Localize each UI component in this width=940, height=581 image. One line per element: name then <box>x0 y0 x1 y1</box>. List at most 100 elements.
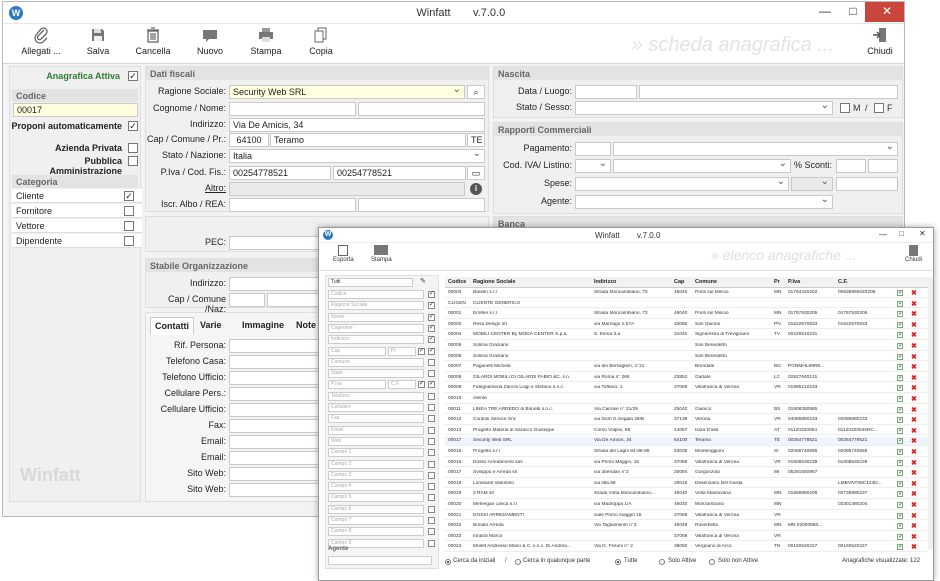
col-cf[interactable]: C.F. <box>838 279 848 285</box>
table-row[interactable]: 00005 Solima Graziano San Benedetto ✓ ✖ <box>445 342 928 351</box>
filter-checkbox[interactable] <box>428 358 435 366</box>
filter-field[interactable]: Email <box>328 425 424 435</box>
categoria-row[interactable]: Vettore <box>12 219 142 233</box>
row-delete-icon[interactable]: ✖ <box>911 469 917 477</box>
row-active-checkbox[interactable]: ✓ <box>897 438 903 445</box>
row-active-checkbox[interactable]: ✓ <box>897 364 903 371</box>
copia-button[interactable]: Copia <box>307 26 335 56</box>
ragione-sociale-input[interactable]: Security Web SRL <box>229 85 465 99</box>
col-indirizzo[interactable]: Indirizzo <box>594 279 616 285</box>
list-maximize-button[interactable]: □ <box>899 229 904 238</box>
filter-checkbox[interactable]: ✓ <box>428 336 435 344</box>
row-delete-icon[interactable]: ✖ <box>911 543 917 551</box>
row-delete-icon[interactable]: ✖ <box>911 321 917 329</box>
filter-field[interactable]: Pr <box>388 346 416 356</box>
list-stampa-button[interactable]: Stampa <box>371 245 392 263</box>
row-delete-icon[interactable]: ✖ <box>911 437 917 445</box>
row-delete-icon[interactable]: ✖ <box>911 289 917 297</box>
table-row[interactable]: 00009 Falegnameria Zanchi Luigi e Stefano… <box>445 384 928 393</box>
row-delete-icon[interactable]: ✖ <box>911 459 917 467</box>
table-row[interactable]: 00019 2 RAM srl strada Volta Moncambiano..… <box>445 490 928 499</box>
row-active-checkbox[interactable]: ✓ <box>897 459 903 466</box>
table-row[interactable]: 00013 Progetto Materia di Saracco Giusepp… <box>445 427 928 436</box>
filter-checkbox[interactable] <box>428 528 435 536</box>
table-row[interactable]: 00002 Resa Design srl via Marriago n.57A 33… <box>445 321 928 330</box>
tab-varie[interactable]: Varie <box>196 317 226 335</box>
table-row[interactable]: 00024 Molett Andreaso Mario & C. s.n.c. D… <box>445 543 928 552</box>
list-chiudi-button[interactable]: Chiudi <box>905 245 922 263</box>
filter-field[interactable]: Fax <box>328 414 424 424</box>
anagrafica-attiva-checkbox[interactable]: ✓ <box>128 71 138 81</box>
sconto2-input[interactable] <box>868 159 898 173</box>
filter-checkbox[interactable] <box>428 471 435 479</box>
filter-checkbox[interactable] <box>428 392 435 400</box>
nuovo-button[interactable]: Nuovo <box>195 26 225 56</box>
row-delete-icon[interactable]: ✖ <box>911 427 917 435</box>
solo-non-attive-radio[interactable] <box>709 559 715 565</box>
row-active-checkbox[interactable]: ✓ <box>897 533 903 540</box>
filter-checkbox[interactable]: ✓ <box>428 324 435 332</box>
row-active-checkbox[interactable]: ✓ <box>897 332 903 339</box>
tab-contatti[interactable]: Contatti <box>150 317 194 335</box>
categoria-checkbox[interactable] <box>124 221 134 231</box>
minimize-button[interactable]: — <box>811 2 839 22</box>
filter-checkbox[interactable] <box>428 505 435 513</box>
col-comune[interactable]: Comune <box>695 279 717 285</box>
stampa-button[interactable]: Stampa <box>249 26 283 56</box>
filter-field[interactable]: Stato <box>328 369 424 379</box>
info-icon[interactable]: i <box>470 183 482 195</box>
row-delete-icon[interactable]: ✖ <box>911 416 917 424</box>
sesso-m-checkbox[interactable] <box>840 103 850 113</box>
spese-importo-input[interactable] <box>836 177 898 191</box>
row-delete-icon[interactable]: ✖ <box>911 342 917 350</box>
filter-checkbox[interactable] <box>428 517 435 524</box>
filter-field[interactable]: Cap <box>328 346 386 356</box>
row-active-checkbox[interactable]: ✓ <box>897 290 903 296</box>
filter-checkbox[interactable]: ✓ <box>428 381 435 389</box>
pubblica-amm-checkbox[interactable] <box>128 156 138 166</box>
row-delete-icon[interactable]: ✖ <box>911 310 917 318</box>
filter-field[interactable]: Cognome <box>328 323 424 333</box>
row-active-checkbox[interactable]: ✓ <box>897 427 903 434</box>
filter-field[interactable]: Telefono <box>328 391 424 401</box>
col-ragione-sociale[interactable]: Ragione Sociale <box>473 279 516 285</box>
close-button[interactable]: ✕ <box>865 2 904 22</box>
spese-select[interactable] <box>575 177 789 191</box>
table-row[interactable]: 00004 MOBILI CENTER By MODA CENTER S.p.a.… <box>445 331 928 340</box>
table-row[interactable]: CLIGEN CLIENTE GENERICO ✓ ✖ <box>445 300 928 309</box>
listino-select[interactable] <box>613 159 791 173</box>
indirizzo-input[interactable]: Via De Amicis, 34 <box>229 118 485 132</box>
filter-checkbox[interactable]: ✓ <box>428 302 435 310</box>
row-delete-icon[interactable]: ✖ <box>911 384 917 392</box>
filter-field[interactable]: Campo 1 <box>328 448 424 458</box>
table-row[interactable]: 00017 Security Web SRL Via De Amicis, 34 64… <box>445 437 928 446</box>
spese2-select[interactable] <box>791 177 833 191</box>
table-row[interactable]: 00007 Paganelli Michela via dei Bersaglier… <box>445 363 928 372</box>
filter-checkbox[interactable] <box>428 460 435 468</box>
row-active-checkbox[interactable]: ✓ <box>897 544 903 551</box>
filter-field[interactable]: P.Iva <box>328 380 386 390</box>
filter-checkbox[interactable]: ✓ <box>428 291 435 298</box>
row-delete-icon[interactable]: ✖ <box>911 363 917 371</box>
filter-field[interactable]: Campo 5 <box>328 493 424 503</box>
data-nascita-input[interactable] <box>575 85 637 99</box>
cap-input[interactable]: 64100 <box>229 133 269 147</box>
stato-select[interactable]: Italia <box>229 149 485 163</box>
row-active-checkbox[interactable]: ✓ <box>897 449 903 455</box>
codiva-select[interactable] <box>575 159 611 173</box>
categoria-checkbox[interactable] <box>124 206 134 216</box>
comune-input[interactable]: Teramo <box>270 133 466 147</box>
filter-checkbox[interactable] <box>428 449 435 457</box>
row-delete-icon[interactable]: ✖ <box>911 512 917 520</box>
rea-input[interactable] <box>358 198 485 212</box>
esporta-button[interactable]: Esporta <box>333 245 354 263</box>
filter-checkbox[interactable] <box>428 539 435 547</box>
table-row[interactable]: 00006 Solima Graziano San Benedetto ✓ ✖ <box>445 353 928 362</box>
solo-attive-radio[interactable] <box>659 559 665 565</box>
row-delete-icon[interactable]: ✖ <box>911 501 917 509</box>
row-delete-icon[interactable]: ✖ <box>911 448 917 456</box>
row-delete-icon[interactable]: ✖ <box>911 480 917 488</box>
cognome-input[interactable] <box>229 102 356 116</box>
filter-field[interactable]: Campo 3 <box>328 470 424 480</box>
iscr-albo-input[interactable] <box>229 198 356 212</box>
